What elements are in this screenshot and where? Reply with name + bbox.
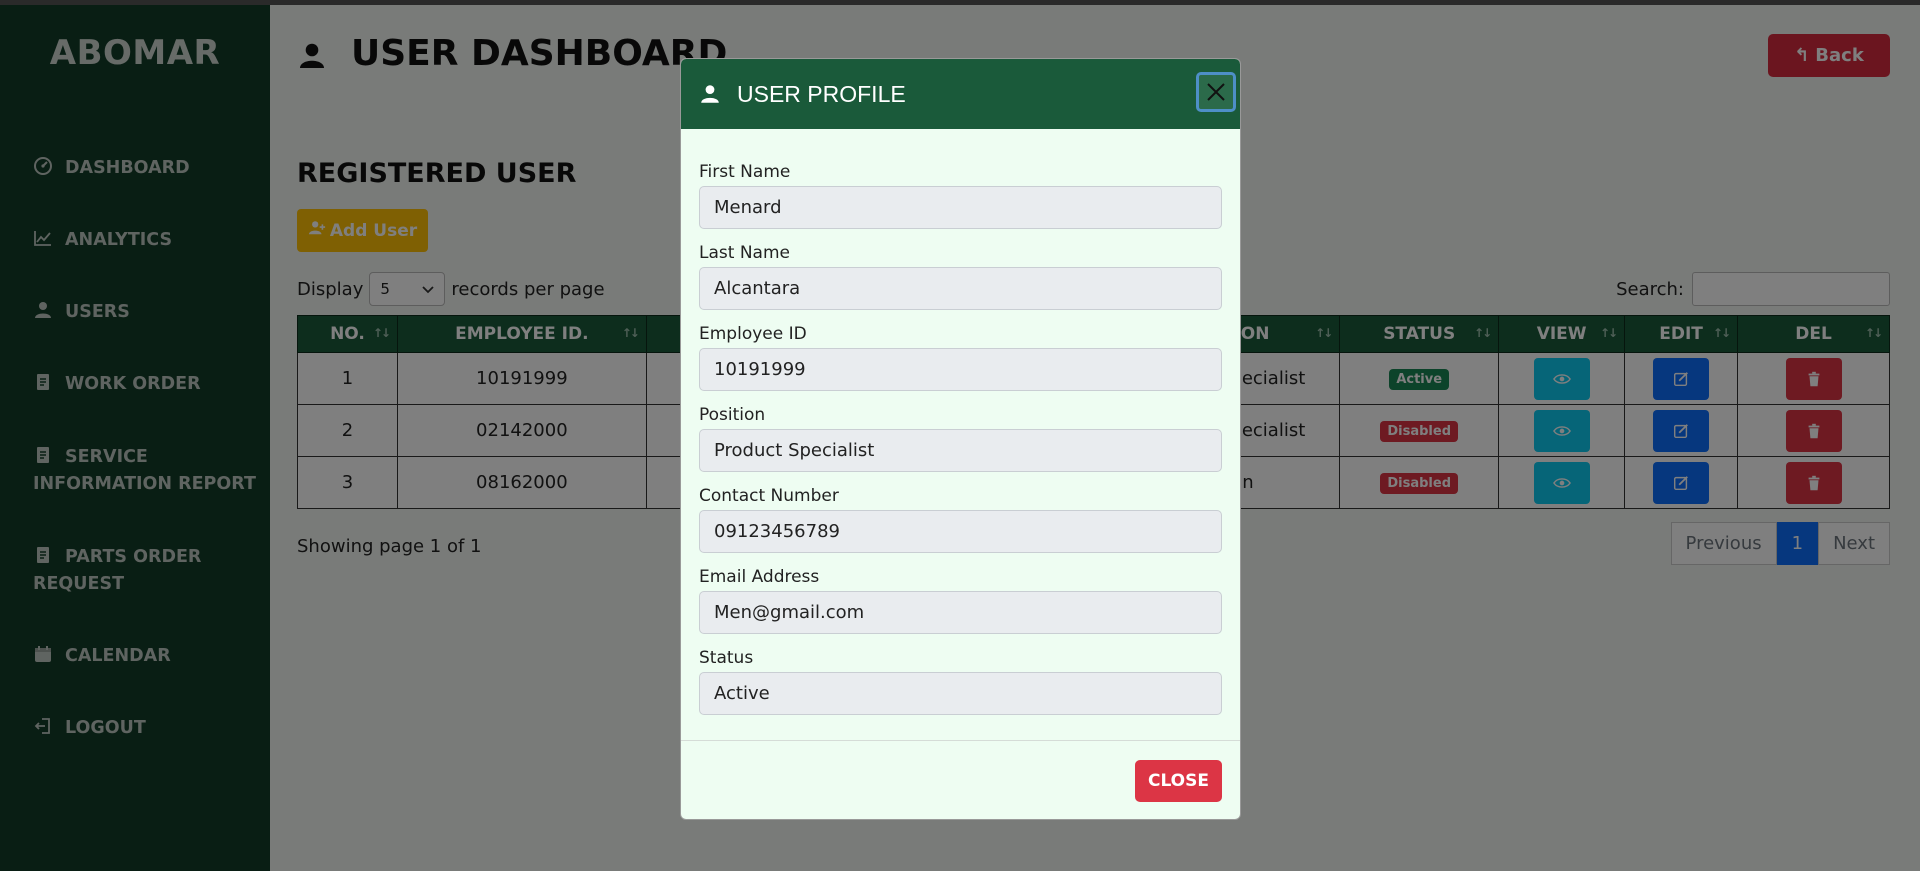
email-address-label: Email Address xyxy=(699,567,820,587)
modal-header: USER PROFILE xyxy=(681,59,1240,129)
position-field[interactable]: Product Specialist xyxy=(699,429,1222,472)
contact-number-field[interactable]: 09123456789 xyxy=(699,510,1222,553)
last-name-label: Last Name xyxy=(699,243,790,263)
employee-id-field[interactable]: 10191999 xyxy=(699,348,1222,391)
user-icon xyxy=(699,83,721,105)
modal-footer: CLOSE xyxy=(681,740,1240,819)
user-profile-modal: USER PROFILE First Name Menard Last Name… xyxy=(680,58,1241,820)
modal-close-button[interactable] xyxy=(1196,72,1236,112)
last-name-field[interactable]: Alcantara xyxy=(699,267,1222,310)
employee-id-label: Employee ID xyxy=(699,324,807,344)
status-label: Status xyxy=(699,648,754,668)
status-field[interactable]: Active xyxy=(699,672,1222,715)
contact-number-label: Contact Number xyxy=(699,486,839,506)
first-name-field[interactable]: Menard xyxy=(699,186,1222,229)
modal-title: USER PROFILE xyxy=(737,80,906,107)
email-address-field[interactable]: Men@gmail.com xyxy=(699,591,1222,634)
close-button[interactable]: CLOSE xyxy=(1135,760,1222,802)
first-name-label: First Name xyxy=(699,162,791,182)
close-icon xyxy=(1207,83,1225,101)
modal-body: First Name Menard Last Name Alcantara Em… xyxy=(681,129,1240,715)
position-label: Position xyxy=(699,405,766,425)
